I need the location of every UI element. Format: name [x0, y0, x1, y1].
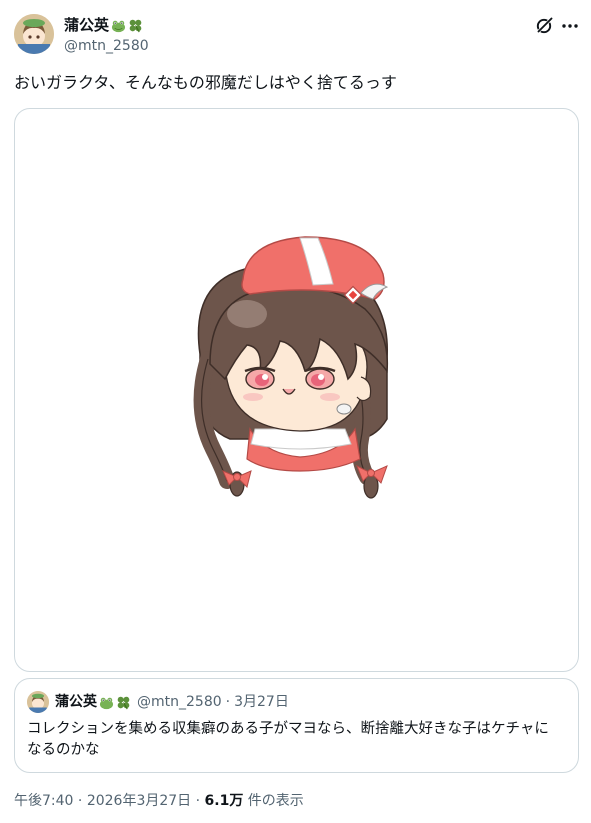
meta-separator: · — [77, 793, 83, 809]
quoted-handle[interactable]: @mtn_2580 — [137, 692, 222, 712]
four-leaf-clover-emoji-icon — [117, 696, 130, 709]
quoted-header: 蒲公英 @mtn_2580 · 3月27日 — [55, 692, 289, 712]
tweet-time[interactable]: 午後7:40 — [14, 793, 73, 809]
frog-emoji-icon — [111, 20, 126, 32]
frog-emoji-icon — [99, 697, 114, 709]
quoted-avatar-image — [27, 691, 49, 713]
quoted-date[interactable]: 3月27日 — [234, 692, 289, 712]
meta-separator: · — [195, 793, 201, 809]
views-label: 件の表示 — [247, 793, 304, 809]
tweet-text: おいガラクタ、そんなもの邪魔だしはやく捨てるっす — [14, 73, 397, 92]
quoted-tweet-text: コレクションを集める収集癖のある子がマヨなら、断捨離大好きな子はケチャに なるの… — [27, 719, 567, 761]
views-count[interactable]: 6.1万 — [205, 793, 244, 809]
tweet-meta: 午後7:40 · 2026年3月27日 · 6.1万 件の表示 — [14, 792, 304, 810]
tweet-media-image[interactable] — [14, 108, 579, 672]
avatar-image — [14, 14, 54, 54]
grok-icon[interactable] — [534, 16, 554, 36]
author-handle[interactable]: @mtn_2580 — [64, 37, 149, 55]
quoted-separator: · — [225, 694, 231, 710]
quoted-tweet[interactable]: 蒲公英 @mtn_2580 · 3月27日 コレクションを集める収集癖のある子が… — [14, 678, 579, 773]
author-avatar[interactable] — [14, 14, 54, 54]
tweet-date[interactable]: 2026年3月27日 — [87, 793, 191, 809]
quoted-text-line: なるのかな — [27, 742, 100, 758]
author-display-name[interactable]: 蒲公英 — [64, 16, 109, 34]
tweet: 蒲公英 @mtn_2580 おいガラクタ、そんなもの邪魔だしはやく捨てるっす 蒲… — [0, 0, 591, 823]
quoted-display-name[interactable]: 蒲公英 — [55, 692, 97, 712]
author-name-row[interactable]: 蒲公英 — [64, 16, 143, 34]
quoted-author-avatar[interactable] — [27, 691, 49, 713]
four-leaf-clover-emoji-icon — [129, 19, 142, 32]
chibi-character-illustration — [193, 236, 389, 499]
quoted-text-line: コレクションを集める収集癖のある子がマヨなら、断捨離大好きな子はケチャに — [27, 721, 549, 737]
more-options-icon[interactable] — [560, 16, 580, 36]
